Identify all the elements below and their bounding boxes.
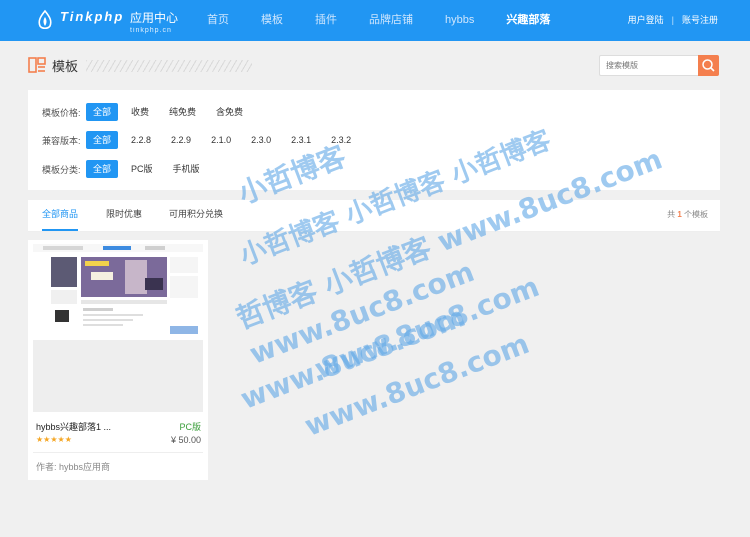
main-nav: 首页 模板 插件 品牌店铺 hybbs 兴趣部落 (195, 0, 570, 41)
filter-row-price: 模板价格: 全部 收费 纯免费 含免费 (42, 102, 256, 122)
result-count-suffix: 个模板 (684, 210, 708, 219)
product-platform-tag: PC版 (179, 422, 201, 432)
filter-label-category: 模板分类: (42, 164, 81, 175)
search-input[interactable] (599, 55, 699, 76)
product-author-name[interactable]: hybbs应用商 (59, 462, 110, 472)
tab-all-products[interactable]: 全部商品 (42, 200, 79, 231)
page-title: 模板 (52, 59, 79, 74)
result-count: 共 1 个模板 (667, 200, 708, 230)
product-author: 作者: hybbs应用商 (36, 460, 110, 473)
filter-version-210[interactable]: 2.1.0 (204, 131, 238, 149)
filter-version-all[interactable]: 全部 (86, 131, 119, 149)
result-count-value: 1 (677, 210, 682, 219)
filter-version-228[interactable]: 2.2.8 (124, 131, 158, 149)
logo-domain: tinkphp.cn (130, 27, 172, 34)
product-price: ¥ 50.00 (170, 435, 201, 445)
product-author-label: 作者: (36, 462, 57, 472)
filter-price-paid[interactable]: 收费 (124, 103, 156, 121)
top-header: Tinkphp 应用中心 tinkphp.cn 首页 模板 插件 品牌店铺 hy… (0, 0, 750, 41)
filter-row-category: 模板分类: 全部 PC版 手机版 (42, 159, 213, 179)
template-grid-icon (28, 57, 46, 73)
tab-points-exchange[interactable]: 可用积分兑换 (169, 200, 223, 231)
nav-item-hybbs[interactable]: hybbs (433, 0, 486, 41)
nav-item-templates[interactable]: 模板 (249, 0, 295, 41)
page-title-row: 模板 (28, 52, 720, 80)
product-thumbnail[interactable] (33, 244, 203, 412)
product-rating-stars: ★★★★★ (36, 435, 72, 444)
filter-label-version: 兼容版本: (42, 135, 81, 146)
user-links-separator: | (671, 15, 674, 25)
filter-category-mobile[interactable]: 手机版 (166, 160, 207, 178)
filter-price-all[interactable]: 全部 (86, 103, 119, 121)
nav-item-plugins[interactable]: 插件 (303, 0, 349, 41)
flame-logo-icon (38, 9, 52, 30)
filter-label-price: 模板价格: (42, 107, 81, 118)
logo[interactable]: Tinkphp 应用中心 tinkphp.cn (34, 7, 184, 35)
title-decoration (86, 60, 252, 72)
nav-item-home[interactable]: 首页 (195, 0, 241, 41)
search-button[interactable] (698, 55, 719, 76)
user-links: 用户登陆 | 账号注册 (628, 0, 718, 41)
product-title[interactable]: hybbs兴趣部落1 ... (36, 420, 111, 433)
template-preview-image (33, 244, 203, 412)
filter-version-230[interactable]: 2.3.0 (244, 131, 278, 149)
nav-item-interest-tribe[interactable]: 兴趣部落 (494, 0, 562, 41)
nav-item-brand-shops[interactable]: 品牌店铺 (357, 0, 425, 41)
logo-name: Tinkphp (60, 9, 125, 24)
register-link[interactable]: 账号注册 (682, 0, 718, 41)
result-count-prefix: 共 (667, 210, 676, 219)
filter-category-pc[interactable]: PC版 (124, 160, 160, 178)
logo-subtitle: 应用中心 (130, 11, 179, 25)
card-divider (33, 452, 203, 453)
filter-price-includes-free[interactable]: 含免费 (209, 103, 250, 121)
login-link[interactable]: 用户登陆 (628, 0, 664, 41)
search-icon (702, 59, 715, 72)
tab-limited-offers[interactable]: 限时优惠 (106, 200, 142, 231)
product-card[interactable]: hybbs兴趣部落1 ... PC版 ★★★★★ ¥ 50.00 作者: hyb… (28, 240, 208, 480)
filter-version-229[interactable]: 2.2.9 (164, 131, 198, 149)
filter-category-all[interactable]: 全部 (86, 160, 119, 178)
filter-price-pure-free[interactable]: 纯免费 (162, 103, 203, 121)
